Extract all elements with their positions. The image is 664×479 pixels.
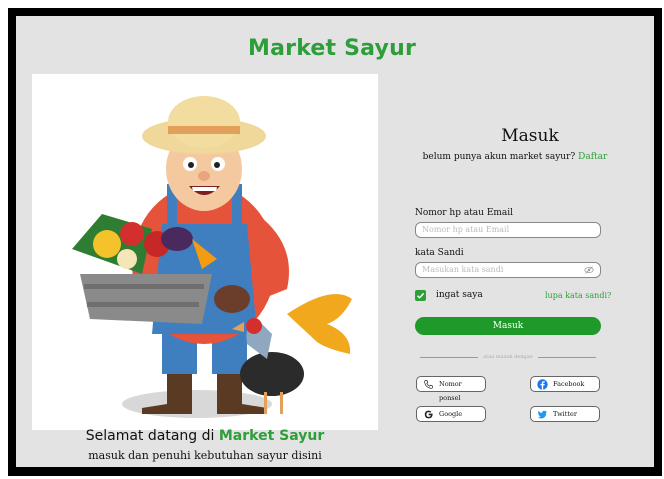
forgot-password-link[interactable]: lupa kata sandi? (545, 291, 611, 300)
phone-email-label: Nomor hp atau Email (415, 208, 514, 218)
facebook-icon (537, 379, 548, 390)
google-icon (424, 410, 433, 419)
divider-line (538, 357, 596, 358)
divider-line (420, 357, 478, 358)
remember-checkbox[interactable] (415, 290, 426, 301)
password-placeholder: Masukan kata sandi (422, 265, 504, 274)
social-divider: atau masuk dengan (420, 353, 596, 361)
password-input[interactable]: Masukan kata sandi (415, 262, 601, 278)
register-prompt: belum punya akun market sayur? Daftar (400, 152, 630, 162)
no-account-text: belum punya akun market sayur? (422, 152, 576, 162)
brand-title: Market Sayur (248, 36, 416, 61)
twitter-login-label: Twitter (553, 410, 577, 418)
welcome-subtitle: masuk dan penuhi kebutuhan sayur disini (88, 449, 322, 462)
eye-slash-icon[interactable] (584, 265, 594, 275)
google-login-button[interactable]: Google (416, 406, 486, 422)
phone-email-input[interactable]: Nomor hp atau Email (415, 222, 601, 238)
divider-text: atau masuk dengan (483, 354, 533, 360)
farmer-illustration (32, 74, 378, 430)
twitter-icon (537, 410, 547, 419)
password-label: kata Sandi (415, 248, 464, 258)
google-login-label: Google (439, 410, 463, 418)
facebook-login-button[interactable]: Facebook (530, 376, 600, 392)
facebook-login-label: Facebook (553, 380, 585, 388)
phone-icon (424, 380, 433, 389)
welcome-heading: Selamat datang di Market Sayur (32, 428, 378, 444)
welcome-brand: Market Sayur (218, 428, 325, 444)
phone-login-label: Nomor ponsel (439, 380, 462, 402)
login-title: Masuk (501, 126, 559, 146)
login-submit-button[interactable]: Masuk (415, 317, 601, 335)
check-icon (417, 292, 425, 299)
remember-label: ingat saya (436, 290, 483, 300)
welcome-prefix: Selamat datang di (85, 428, 219, 444)
twitter-login-button[interactable]: Twitter (530, 406, 600, 422)
phone-login-button[interactable]: Nomor ponsel (416, 376, 486, 402)
register-link[interactable]: Daftar (578, 152, 607, 162)
